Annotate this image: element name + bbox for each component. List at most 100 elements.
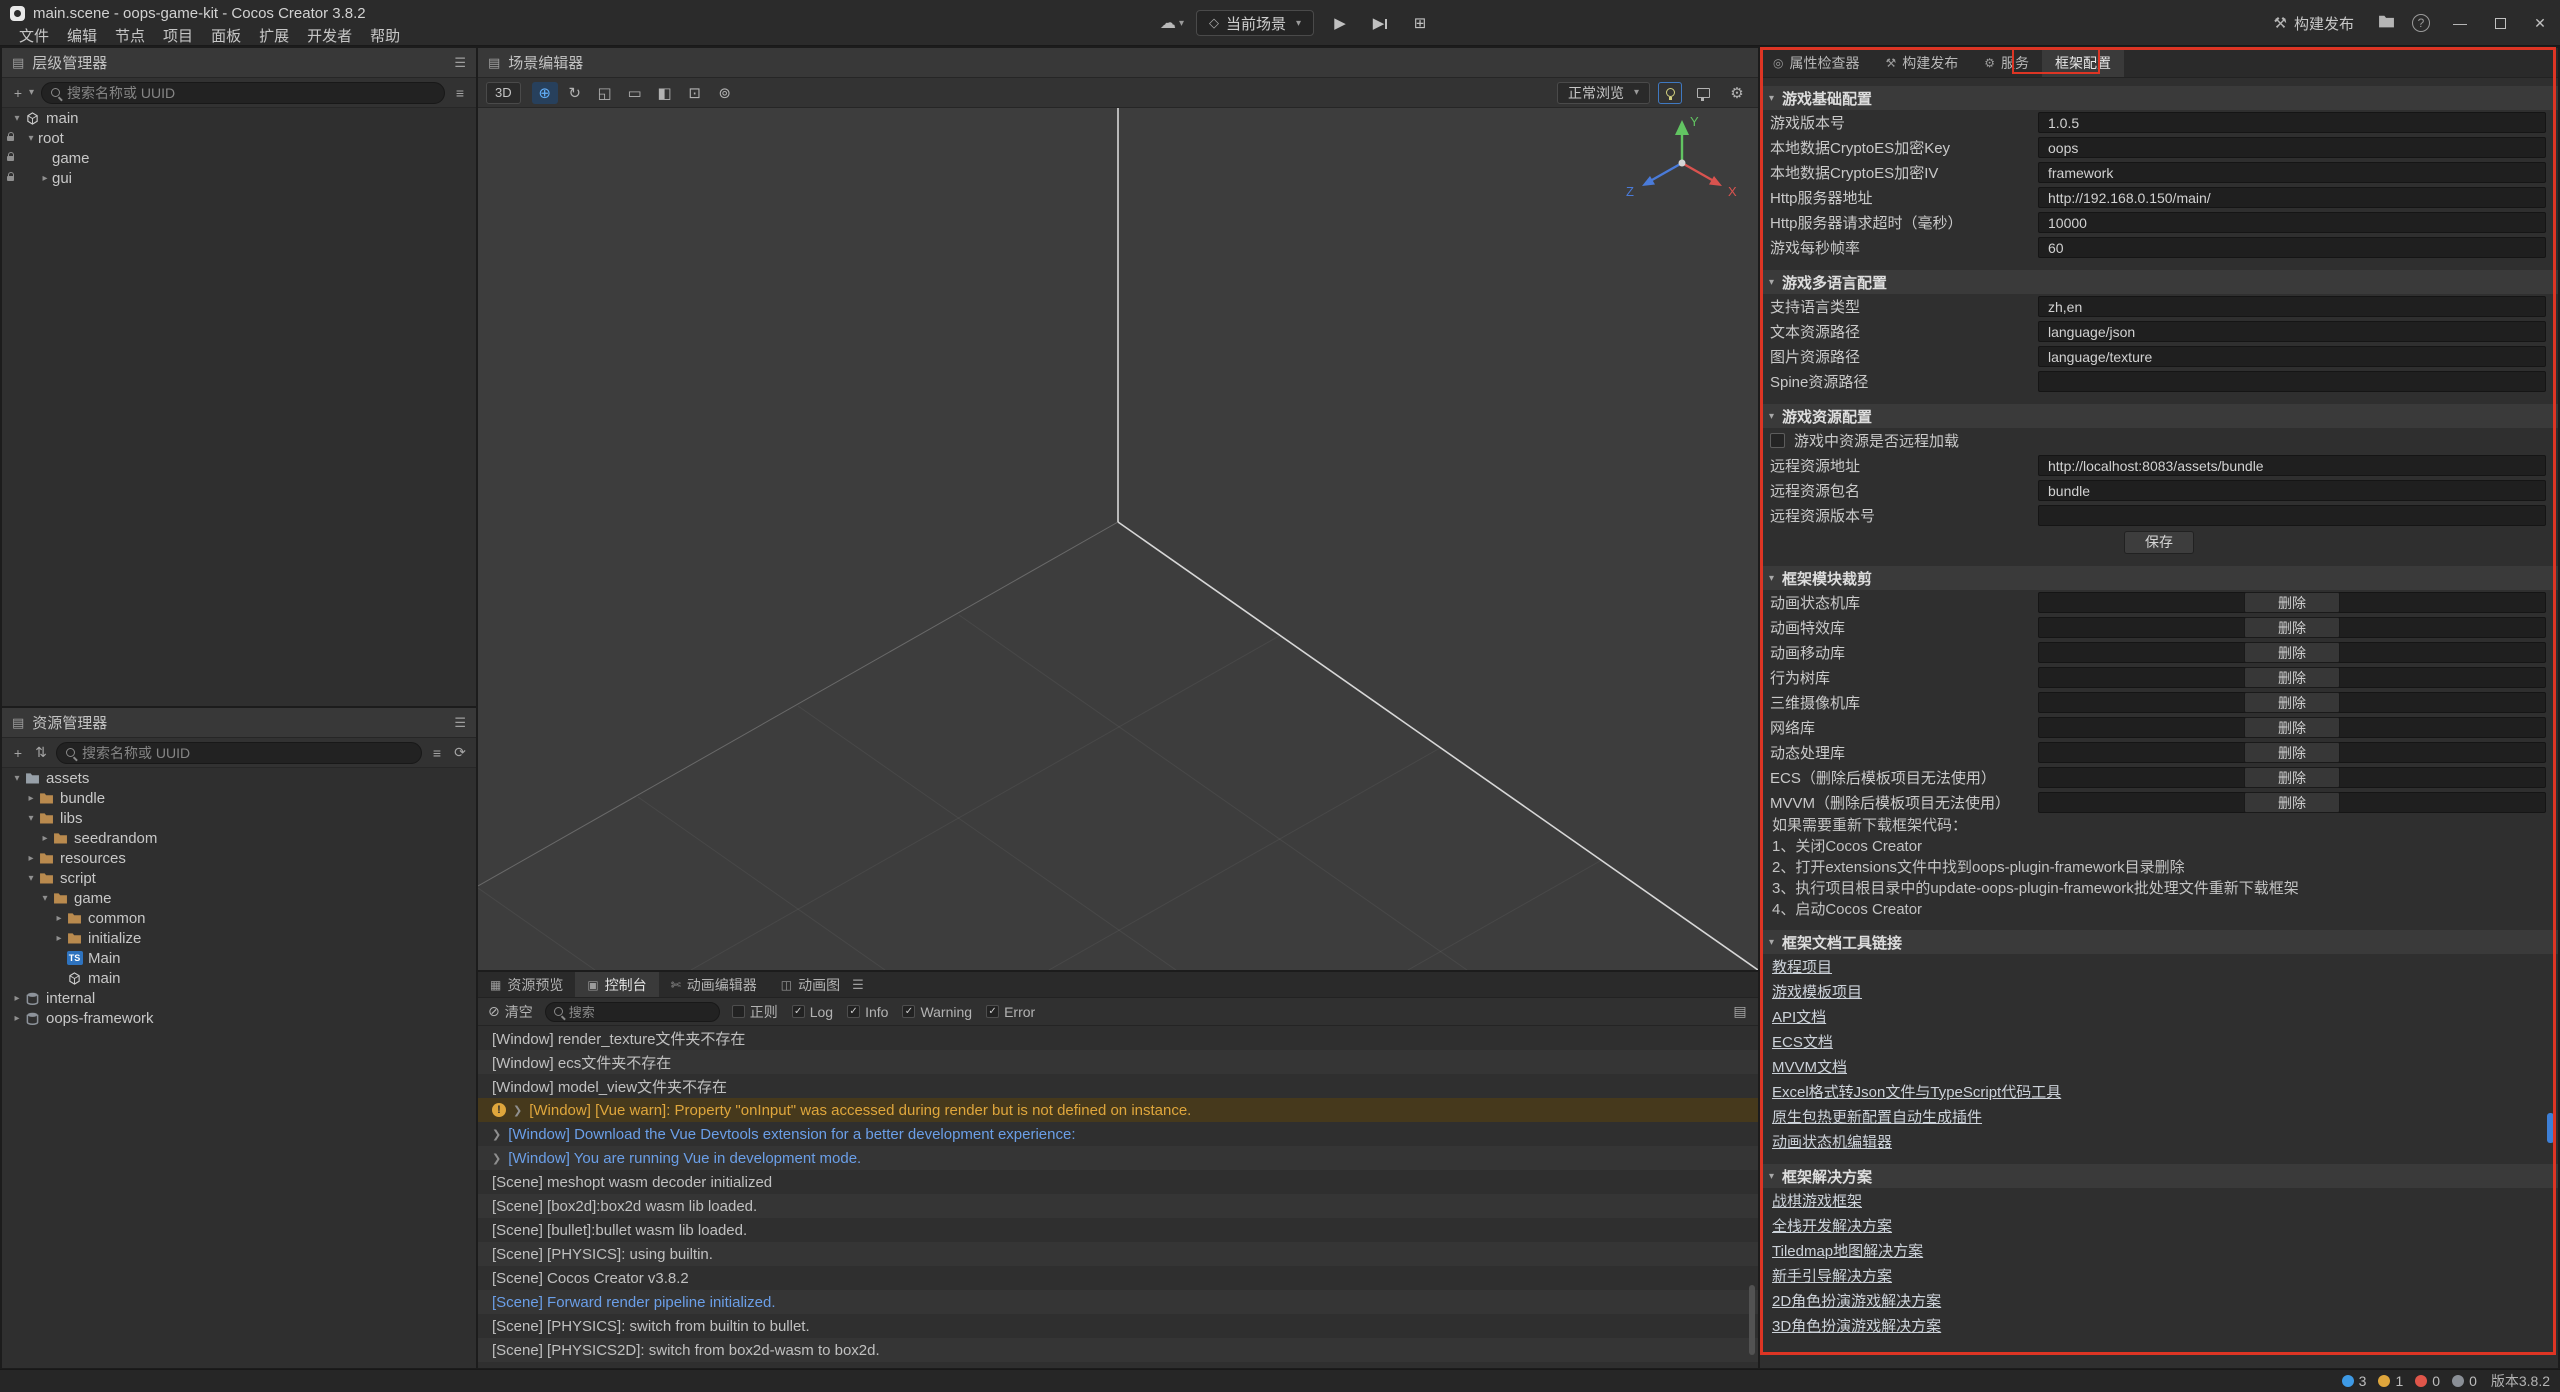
collapse-caret-icon[interactable]: ▾	[1769, 573, 1774, 584]
filter-checkbox-info[interactable]: ✓Info	[847, 1002, 888, 1022]
config-input[interactable]: 1.0.5	[2038, 112, 2546, 133]
caret-closed-icon[interactable]: ▸	[24, 853, 38, 864]
tree-row[interactable]: ▾libs	[2, 808, 476, 828]
console-tab[interactable]: ▦资源预览	[478, 972, 575, 997]
mode-3d-button[interactable]: 3D	[486, 82, 521, 104]
tree-row[interactable]: main	[2, 968, 476, 988]
config-input[interactable]: oops	[2038, 137, 2546, 158]
tree-row[interactable]: ▸resources	[2, 848, 476, 868]
filter-icon[interactable]: ≡	[429, 745, 445, 761]
console-log-row[interactable]: [Window] model_view文件夹不存在	[478, 1074, 1758, 1098]
build-publish-button[interactable]: ⚒构建发布	[2274, 13, 2354, 34]
tree-row[interactable]: ▸gui	[2, 168, 476, 188]
tree-row[interactable]: TSMain	[2, 948, 476, 968]
section-header[interactable]: ▾框架模块裁剪	[1760, 566, 2558, 590]
delete-button[interactable]: 删除	[2244, 667, 2340, 688]
filter-checkbox-warning[interactable]: ✓Warning	[902, 1002, 972, 1022]
caret-closed-icon[interactable]: ▸	[10, 1013, 24, 1024]
collapse-caret-icon[interactable]: ▾	[1769, 277, 1774, 288]
delete-button[interactable]: 删除	[2244, 792, 2340, 813]
section-header[interactable]: ▾游戏基础配置	[1760, 86, 2558, 110]
assets-search-input[interactable]: 搜索名称或 UUID	[56, 742, 422, 764]
console-log-row[interactable]: ❯[Window] Download the Vue Devtools exte…	[478, 1122, 1758, 1146]
scene-light-toggle[interactable]	[1658, 82, 1682, 104]
clear-console-button[interactable]: ⊘清空	[488, 1002, 533, 1022]
view-mode-dropdown[interactable]: 正常浏览 ▾	[1557, 82, 1650, 104]
config-input[interactable]: framework	[2038, 162, 2546, 183]
layout-grid-icon[interactable]: ⊞	[1406, 14, 1434, 32]
menu-item[interactable]: 项目	[154, 25, 202, 46]
tree-row[interactable]: ▾game	[2, 888, 476, 908]
inspector-tab[interactable]: ⚒构建发布	[1872, 48, 1971, 77]
config-input[interactable]	[2038, 371, 2546, 392]
config-input[interactable]: http://localhost:8083/assets/bundle	[2038, 455, 2546, 476]
window-minimize-button[interactable]: —	[2440, 0, 2480, 46]
tree-row[interactable]: ▸oops-framework	[2, 1008, 476, 1028]
panel-menu-icon[interactable]: ☰	[454, 715, 466, 731]
console-scrollbar-thumb[interactable]	[1749, 1285, 1755, 1355]
doc-link[interactable]: 全栈开发解决方案	[1772, 1215, 1892, 1236]
warning-count[interactable]: 1	[2378, 1373, 2403, 1389]
doc-link[interactable]: 原生包热更新配置自动生成插件	[1772, 1106, 1982, 1127]
panel-menu-icon[interactable]: ☰	[852, 977, 864, 993]
caret-open-icon[interactable]: ▾	[24, 813, 38, 824]
expand-arrow-icon[interactable]: ❯	[513, 1104, 522, 1117]
config-input[interactable]	[2038, 505, 2546, 526]
refresh-icon[interactable]: ⟳	[452, 744, 468, 761]
hierarchy-search-input[interactable]: 搜索名称或 UUID	[41, 82, 445, 104]
console-log-row[interactable]: [Scene] [PHYSICS]: switch from builtin t…	[478, 1314, 1758, 1338]
rect-tool[interactable]: ▭	[622, 82, 648, 104]
camera-preview-icon[interactable]	[1690, 82, 1716, 104]
window-close-button[interactable]: ✕	[2520, 0, 2560, 46]
menu-item[interactable]: 帮助	[361, 25, 409, 46]
caret-open-icon[interactable]: ▾	[10, 113, 24, 124]
error-count[interactable]: 0	[2415, 1373, 2440, 1389]
caret-closed-icon[interactable]: ▸	[10, 993, 24, 1004]
menu-item[interactable]: 编辑	[58, 25, 106, 46]
menu-item[interactable]: 面板	[202, 25, 250, 46]
tree-row[interactable]: ▸initialize	[2, 928, 476, 948]
sort-assets-icon[interactable]: ⇅	[33, 744, 49, 761]
doc-link[interactable]: API文档	[1772, 1006, 1826, 1027]
expand-arrow-icon[interactable]: ❯	[492, 1152, 501, 1165]
window-maximize-button[interactable]	[2480, 0, 2520, 46]
scene-viewport[interactable]: Y X Z	[478, 108, 1758, 970]
doc-link[interactable]: 新手引导解决方案	[1772, 1265, 1892, 1286]
notice-count[interactable]: 0	[2452, 1373, 2477, 1389]
section-header[interactable]: ▾框架文档工具链接	[1760, 930, 2558, 954]
tree-row[interactable]: game	[2, 148, 476, 168]
tree-row[interactable]: ▸seedrandom	[2, 828, 476, 848]
console-tab[interactable]: ✄动画编辑器	[659, 972, 769, 997]
tree-row[interactable]: ▾script	[2, 868, 476, 888]
info-count[interactable]: 3	[2342, 1373, 2367, 1389]
config-input[interactable]: language/json	[2038, 321, 2546, 342]
doc-link[interactable]: Tiledmap地图解决方案	[1772, 1240, 1923, 1261]
tree-row[interactable]: ▸common	[2, 908, 476, 928]
console-tab[interactable]: ▣控制台	[575, 972, 658, 997]
console-log-row[interactable]: [Scene] [bullet]:bullet wasm lib loaded.	[478, 1218, 1758, 1242]
config-input[interactable]: zh,en	[2038, 296, 2546, 317]
filter-checkbox-error[interactable]: ✓Error	[986, 1002, 1035, 1022]
doc-link[interactable]: ECS文档	[1772, 1031, 1833, 1052]
tree-row[interactable]: ▸internal	[2, 988, 476, 1008]
delete-button[interactable]: 删除	[2244, 617, 2340, 638]
menu-item[interactable]: 扩展	[250, 25, 298, 46]
delete-button[interactable]: 删除	[2244, 642, 2340, 663]
add-node-button[interactable]: +	[10, 85, 26, 101]
console-search-input[interactable]: 搜索	[545, 1002, 720, 1022]
console-tab[interactable]: ◫动画图	[769, 972, 852, 997]
delete-button[interactable]: 删除	[2244, 592, 2340, 613]
tree-row[interactable]: ▸bundle	[2, 788, 476, 808]
remote-load-checkbox[interactable]	[1770, 433, 1785, 448]
pivot-toggle[interactable]: ⊡	[682, 82, 708, 104]
panel-menu-icon[interactable]: ☰	[454, 55, 466, 71]
doc-link[interactable]: 2D角色扮演游戏解决方案	[1772, 1290, 1941, 1311]
caret-open-icon[interactable]: ▾	[10, 773, 24, 784]
console-log-row[interactable]: ❯[Window] You are running Vue in develop…	[478, 1146, 1758, 1170]
scene-selector-dropdown[interactable]: ◇ 当前场景 ▾	[1196, 10, 1314, 36]
doc-link[interactable]: Excel格式转Json文件与TypeScript代码工具	[1772, 1081, 2061, 1102]
filter-checkbox-log[interactable]: ✓Log	[792, 1002, 833, 1022]
console-log-row[interactable]: [Window] render_texture文件夹不存在	[478, 1026, 1758, 1050]
doc-link[interactable]: 战棋游戏框架	[1772, 1190, 1862, 1211]
inspector-tab[interactable]: ⚙服务	[1971, 48, 2042, 77]
